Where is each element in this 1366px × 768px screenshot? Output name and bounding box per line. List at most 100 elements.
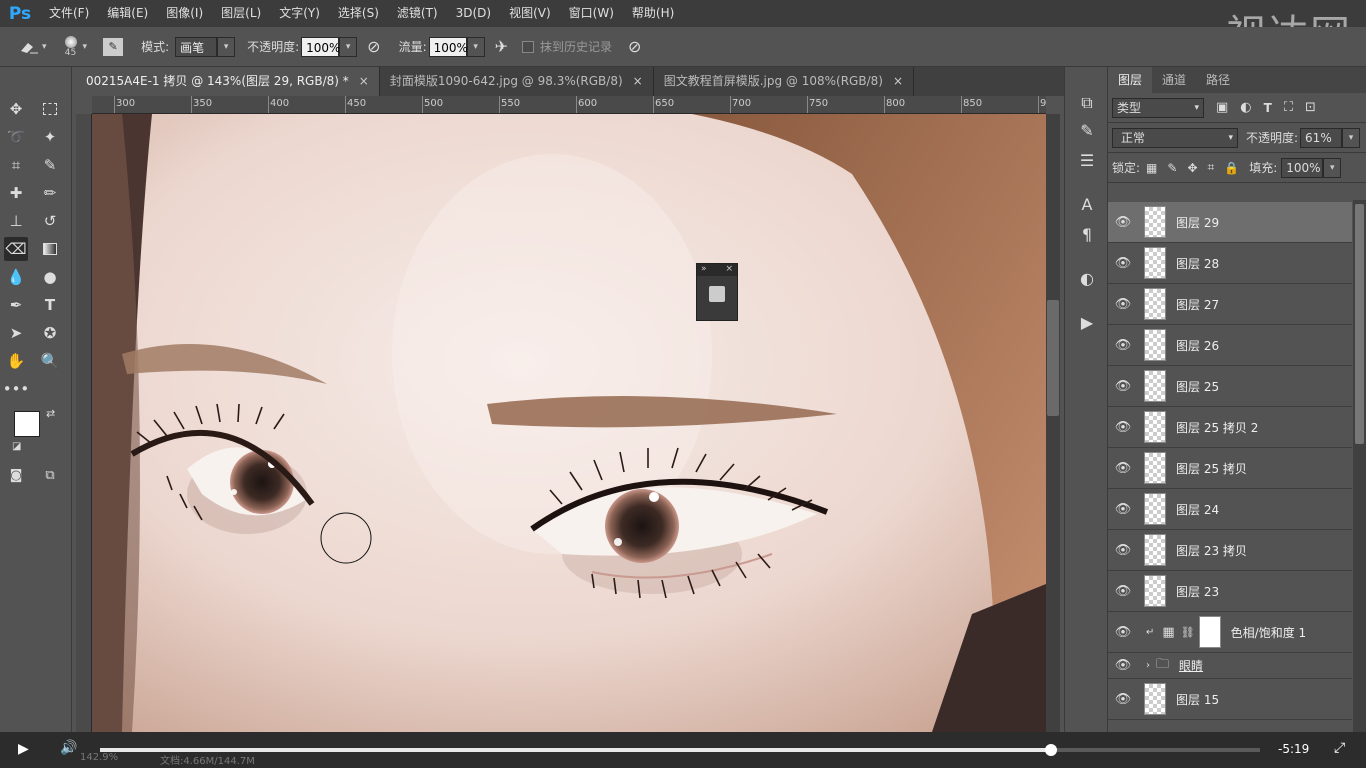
eraser-tool-icon[interactable]: ⌫ [4, 237, 28, 261]
lasso-tool-icon[interactable]: ➰ [4, 125, 28, 149]
mode-select[interactable]: 画笔 [175, 36, 218, 57]
eye-icon[interactable]: 👁 [1108, 461, 1138, 476]
lock-pixels-icon[interactable]: ✎ [1167, 161, 1177, 175]
tab-document-2[interactable]: 封面模版1090-642.jpg @ 98.3%(RGB/8) × [380, 67, 654, 96]
pen-tool-icon[interactable]: ✒ [4, 293, 28, 317]
chevron-right-icon[interactable]: › [1146, 660, 1150, 671]
adjustments-icon[interactable]: ◐ [1075, 269, 1099, 293]
menu-image[interactable]: 图像(I) [157, 0, 212, 27]
stamp-tool-icon[interactable]: ⊥ [4, 209, 28, 233]
chevron-down-icon[interactable]: ▾ [217, 36, 236, 57]
fullscreen-icon[interactable]: ⤢ [1334, 740, 1345, 756]
close-icon[interactable]: × [633, 74, 643, 88]
layer-opacity-input[interactable]: 61% [1300, 127, 1343, 148]
eraser-tool-icon[interactable]: ▾ [18, 39, 47, 55]
close-icon[interactable]: × [359, 74, 369, 88]
floating-panel[interactable]: » × [696, 263, 738, 321]
adjustment-layer-row[interactable]: 👁 ↵ ▦ ⛓ 色相/饱和度 1 [1108, 612, 1352, 653]
menu-type[interactable]: 文字(Y) [270, 0, 329, 27]
menu-window[interactable]: 窗口(W) [560, 0, 623, 27]
paragraph-panel-icon[interactable]: ¶ [1075, 225, 1099, 249]
layer-row[interactable]: 👁 图层 15 [1108, 679, 1352, 720]
chevron-down-icon[interactable]: ▾ [1323, 157, 1342, 178]
tab-document-1[interactable]: 00215A4E-1 拷贝 @ 143%(图层 29, RGB/8) * × [76, 67, 380, 96]
screen-mode-icon[interactable]: ⧉ [38, 463, 62, 487]
eye-icon[interactable]: 👁 [1108, 502, 1138, 517]
layer-row[interactable]: 👁 图层 23 [1108, 571, 1352, 612]
menu-view[interactable]: 视图(V) [500, 0, 560, 27]
canvas-scroll-thumb[interactable] [1047, 300, 1059, 416]
eye-icon[interactable]: 👁 [1108, 215, 1138, 230]
menu-layer[interactable]: 图层(L) [212, 0, 270, 27]
dodge-tool-icon[interactable]: ● [38, 265, 62, 289]
eye-icon[interactable]: 👁 [1108, 338, 1138, 353]
marquee-tool-icon[interactable] [38, 97, 62, 121]
history-panel-icon[interactable]: ⧉ [1075, 93, 1099, 117]
menu-file[interactable]: 文件(F) [40, 0, 98, 27]
menu-help[interactable]: 帮助(H) [623, 0, 683, 27]
canvas-scrollbar[interactable] [1046, 114, 1060, 732]
layer-row[interactable]: 👁 图层 25 [1108, 366, 1352, 407]
menu-select[interactable]: 选择(S) [329, 0, 388, 27]
layer-row[interactable]: 👁 图层 25 拷贝 2 [1108, 407, 1352, 448]
brush-panel-icon[interactable]: ✎ [1075, 121, 1099, 145]
path-selection-icon[interactable]: ➤ [4, 321, 28, 345]
layer-row[interactable]: 👁 图层 29 [1108, 202, 1352, 243]
layer-row[interactable]: 👁 图层 27 [1108, 284, 1352, 325]
magic-wand-icon[interactable]: ✦ [38, 125, 62, 149]
menu-edit[interactable]: 编辑(E) [98, 0, 157, 27]
eye-icon[interactable]: 👁 [1108, 692, 1138, 707]
eye-icon[interactable]: 👁 [1108, 297, 1138, 312]
close-icon[interactable]: × [725, 264, 733, 276]
history-brush-icon[interactable]: ↺ [38, 209, 62, 233]
adjust-panel-icon[interactable]: ☰ [1075, 151, 1099, 175]
menu-filter[interactable]: 滤镜(T) [388, 0, 447, 27]
layer-row[interactable]: 👁 图层 25 拷贝 [1108, 448, 1352, 489]
move-tool-icon[interactable]: ✥ [4, 97, 28, 121]
tab-paths[interactable]: 路径 [1196, 67, 1240, 93]
pressure-size-icon[interactable]: ⊘ [628, 37, 641, 56]
lock-all-icon[interactable]: 🔒 [1224, 161, 1239, 175]
volume-icon[interactable]: 🔊 [60, 740, 77, 756]
more-tools-icon[interactable]: ••• [3, 377, 30, 401]
play-icon[interactable]: ▶ [18, 741, 29, 757]
layer-group-row[interactable]: 👁 › 🗀 眼睛 [1108, 653, 1352, 679]
smart-filter-icon[interactable]: ⊡ [1305, 100, 1316, 115]
blend-mode-select[interactable]: 正常 ▾ [1112, 127, 1238, 148]
flow-input[interactable]: 100% [428, 36, 468, 57]
shape-filter-icon[interactable]: ⛶ [1284, 100, 1293, 115]
eye-icon[interactable]: 👁 [1108, 584, 1138, 599]
brush-tool-icon[interactable]: ✏ [38, 181, 62, 205]
eye-icon[interactable]: 👁 [1108, 379, 1138, 394]
lock-transparency-icon[interactable]: ▦ [1146, 161, 1157, 175]
shape-tool-icon[interactable]: ✪ [38, 321, 62, 345]
blur-tool-icon[interactable]: 💧 [4, 265, 28, 289]
chevron-down-icon[interactable]: ▾ [339, 36, 358, 57]
airbrush-icon[interactable]: ✈ [495, 37, 508, 56]
lock-artboard-icon[interactable]: ⌗ [1208, 160, 1215, 175]
crop-tool-icon[interactable]: ⌗ [4, 153, 28, 177]
eyedropper-icon[interactable]: ✎ [38, 153, 62, 177]
link-icon[interactable]: ⛓ [1181, 626, 1195, 639]
opacity-input[interactable]: 100% [301, 36, 340, 57]
healing-brush-icon[interactable]: ✚ [4, 181, 28, 205]
eye-icon[interactable]: 👁 [1108, 256, 1138, 271]
fill-input[interactable]: 100% [1281, 157, 1324, 178]
quick-mask-icon[interactable]: ◙ [4, 463, 28, 487]
layer-row[interactable]: 👁 图层 23 拷贝 [1108, 530, 1352, 571]
tab-layers[interactable]: 图层 [1108, 67, 1153, 93]
eye-icon[interactable]: 👁 [1108, 420, 1138, 435]
layer-mask-thumbnail[interactable] [1198, 616, 1221, 648]
zoom-tool-icon[interactable]: 🔍 [38, 349, 62, 373]
swap-colors-icon[interactable]: ⇄ [46, 407, 55, 420]
layers-scroll-thumb[interactable] [1355, 204, 1364, 444]
document-canvas[interactable] [92, 114, 1046, 732]
brush-preset-picker[interactable]: 45 [61, 35, 81, 58]
hand-tool-icon[interactable]: ✋ [4, 349, 28, 373]
menu-3d[interactable]: 3D(D) [447, 0, 500, 27]
character-panel-icon[interactable]: A [1075, 195, 1099, 219]
default-colors-icon[interactable]: ◪ [12, 441, 21, 452]
close-icon[interactable]: × [893, 74, 903, 88]
tab-channels[interactable]: 通道 [1152, 67, 1196, 93]
gradient-tool-icon[interactable] [38, 237, 62, 261]
